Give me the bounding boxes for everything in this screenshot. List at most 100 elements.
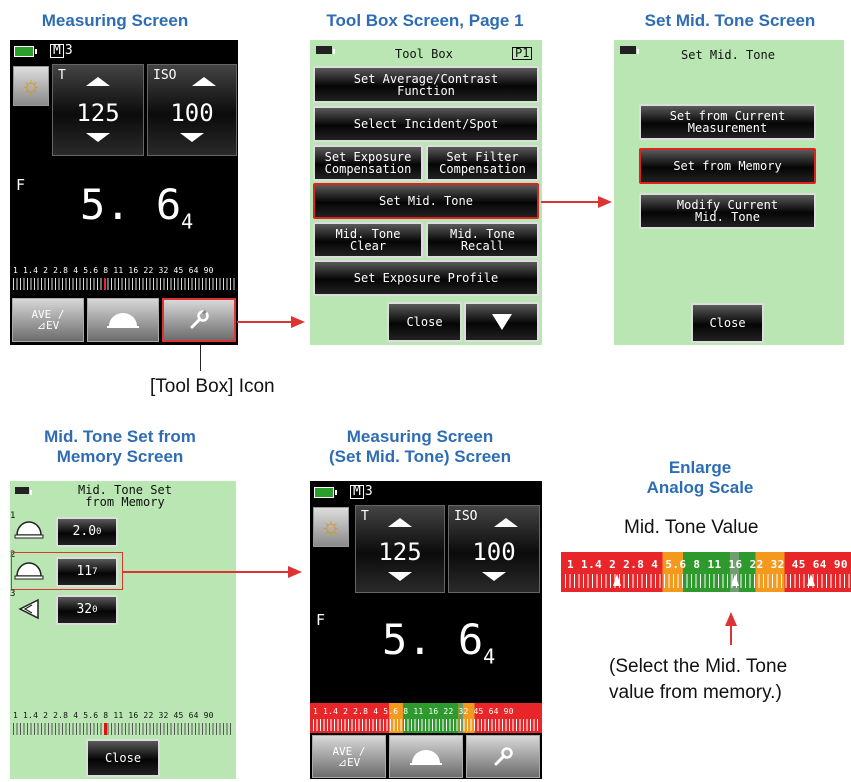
memory-title: Mid. Tone Set from Memory xyxy=(78,483,172,509)
iso-value: 100 xyxy=(170,99,214,127)
toolbox-title: Tool Box xyxy=(395,47,453,61)
up-arrow-icon[interactable] xyxy=(388,518,412,527)
scale-pointer xyxy=(613,574,621,586)
connector-line xyxy=(237,321,292,323)
shutter-value: 125 xyxy=(76,99,120,127)
analog-scale xyxy=(13,723,233,735)
t-label: T xyxy=(58,68,66,83)
caption-measuring-screen: Measuring Screen xyxy=(41,11,189,30)
note-arrow-line xyxy=(730,625,732,645)
spot-icon xyxy=(16,597,42,626)
up-arrow-icon[interactable] xyxy=(86,77,110,86)
battery-icon xyxy=(620,46,639,54)
toolbox-pointer-line xyxy=(200,345,201,371)
f-label: F xyxy=(16,176,26,194)
analog-scale-labels: 1 1.4 2 2.8 4 5.6 8 11 16 22 32 45 64 90 xyxy=(13,711,214,720)
memory-selection-highlight xyxy=(11,552,123,590)
memory-slot-3[interactable]: 32 0 xyxy=(56,595,118,625)
incident-dome-icon[interactable] xyxy=(87,298,159,342)
down-arrow-icon[interactable] xyxy=(180,133,204,142)
caption-toolbox-screen: Tool Box Screen, Page 1 xyxy=(326,11,524,30)
scale-pointer xyxy=(731,574,739,586)
incident-dome-icon xyxy=(14,518,44,545)
analog-scale xyxy=(313,719,539,731)
measuring-screen: M3 ☼ T 125 ISO 100 F 5. 64 1 1.4 2 2.8 4… xyxy=(10,40,238,345)
battery-icon xyxy=(316,46,335,54)
aperture-value: 5. 64 xyxy=(80,180,194,234)
set-exposure-profile-button[interactable]: Set Exposure Profile xyxy=(313,260,539,296)
set-from-current-button[interactable]: Set from Current Measurement xyxy=(639,104,816,140)
t-label: T xyxy=(361,509,369,524)
incident-dome-icon[interactable] xyxy=(389,735,463,778)
scale-pointer xyxy=(807,574,815,586)
up-arrow-icon[interactable] xyxy=(494,518,518,527)
up-arrow-icon[interactable] xyxy=(192,77,216,86)
toolbox-screen: Tool Box P1 Set Average/Contrast Functio… xyxy=(310,40,542,345)
wrench-icon[interactable] xyxy=(466,735,540,778)
mid-tone-clear-button[interactable]: Mid. Tone Clear xyxy=(313,222,423,258)
set-midtone-screen: Set Mid. Tone Set from Current Measureme… xyxy=(614,40,844,345)
caption-memory-screen: Mid. Tone Set from Memory Screen xyxy=(44,427,196,466)
aperture-value: 5. 64 xyxy=(382,615,496,669)
select-note: (Select the Mid. Tone value from memory.) xyxy=(609,656,788,703)
midtone-title: Set Mid. Tone xyxy=(681,48,775,62)
connector-line xyxy=(541,201,599,203)
ave-ev-button[interactable]: AVE / ⊿EV xyxy=(312,735,386,778)
wrench-icon[interactable] xyxy=(162,298,236,342)
down-arrow-icon[interactable] xyxy=(482,572,506,581)
memory-screen: Mid. Tone Set from Memory 1 2.0 0 2 11 7 3… xyxy=(10,481,236,779)
sun-icon[interactable]: ☼ xyxy=(13,66,49,106)
set-exposure-compensation-button[interactable]: Set Exposure Compensation xyxy=(313,145,423,181)
midtone-value-note: Mid. Tone Value xyxy=(624,517,759,538)
measuring-midtone-screen: M3 ☼ T 125 ISO 100 F 5. 64 1 1.4 2 2.8 4… xyxy=(310,481,542,779)
connector-line xyxy=(122,571,290,573)
enlarged-scale: 1 1.4 2 2.8 4 5.6 8 11 16 22 32 45 64 90 xyxy=(561,552,851,592)
battery-icon xyxy=(14,46,37,57)
down-arrow-icon[interactable] xyxy=(388,572,412,581)
modify-current-button[interactable]: Modify Current Mid. Tone xyxy=(639,193,816,229)
analog-scale-labels: 1 1.4 2 2.8 4 5.6 8 11 16 22 32 45 64 90 xyxy=(313,707,514,716)
caption-enlarge-scale: Enlarge Analog Scale xyxy=(646,458,754,497)
sun-icon[interactable]: ☼ xyxy=(313,507,349,547)
connector-arrowhead xyxy=(288,566,302,578)
caption-midtone-screen: Set Mid. Tone Screen xyxy=(644,11,816,30)
f-label: F xyxy=(316,611,326,629)
connector-arrowhead xyxy=(598,196,612,208)
battery-icon xyxy=(15,487,32,495)
down-arrow-icon[interactable] xyxy=(86,133,110,142)
iso-panel[interactable]: ISO 100 xyxy=(147,64,237,156)
mid-tone-recall-button[interactable]: Mid. Tone Recall xyxy=(426,222,539,258)
iso-label: ISO xyxy=(153,68,177,83)
memory-slot-1[interactable]: 2.0 0 xyxy=(56,517,118,547)
set-mid-tone-button[interactable]: Set Mid. Tone xyxy=(313,183,539,219)
memory-slot-number: 3 xyxy=(10,589,16,599)
select-incident-spot-button[interactable]: Select Incident/Spot xyxy=(313,106,539,142)
memory-indicator: M3 xyxy=(50,43,73,58)
iso-panel[interactable]: ISO 100 xyxy=(448,505,540,593)
shutter-speed-panel[interactable]: T 125 xyxy=(355,505,445,593)
iso-value: 100 xyxy=(472,538,516,566)
set-average-contrast-button[interactable]: Set Average/Contrast Function xyxy=(313,66,539,103)
close-button[interactable]: Close xyxy=(691,303,764,343)
toolbox-icon-note: [Tool Box] Icon xyxy=(150,376,275,397)
close-button[interactable]: Close xyxy=(86,739,160,777)
note-arrowhead xyxy=(725,612,737,626)
close-button[interactable]: Close xyxy=(387,302,462,342)
analog-scale xyxy=(13,278,235,290)
memory-indicator: M3 xyxy=(350,484,373,499)
down-arrow-icon[interactable] xyxy=(464,302,539,342)
connector-arrowhead xyxy=(291,316,305,328)
analog-scale-labels: 1 1.4 2 2.8 4 5.6 8 11 16 22 32 45 64 90 xyxy=(567,558,848,571)
iso-label: ISO xyxy=(454,509,478,524)
ave-ev-button[interactable]: AVE / ⊿EV xyxy=(12,298,84,342)
scale-marker xyxy=(104,278,106,290)
set-from-memory-button[interactable]: Set from Memory xyxy=(639,148,816,184)
scale-marker xyxy=(104,723,107,735)
caption-measuring-midtone-screen: Measuring Screen (Set Mid. Tone) Screen xyxy=(329,427,511,466)
page-indicator: P1 xyxy=(512,47,533,60)
analog-scale-labels: 1 1.4 2 2.8 4 5.6 8 11 16 22 32 45 64 90 xyxy=(13,266,214,275)
shutter-speed-panel[interactable]: T 125 xyxy=(52,64,144,156)
shutter-value: 125 xyxy=(378,538,422,566)
set-filter-compensation-button[interactable]: Set Filter Compensation xyxy=(426,145,539,181)
battery-icon xyxy=(314,487,337,498)
